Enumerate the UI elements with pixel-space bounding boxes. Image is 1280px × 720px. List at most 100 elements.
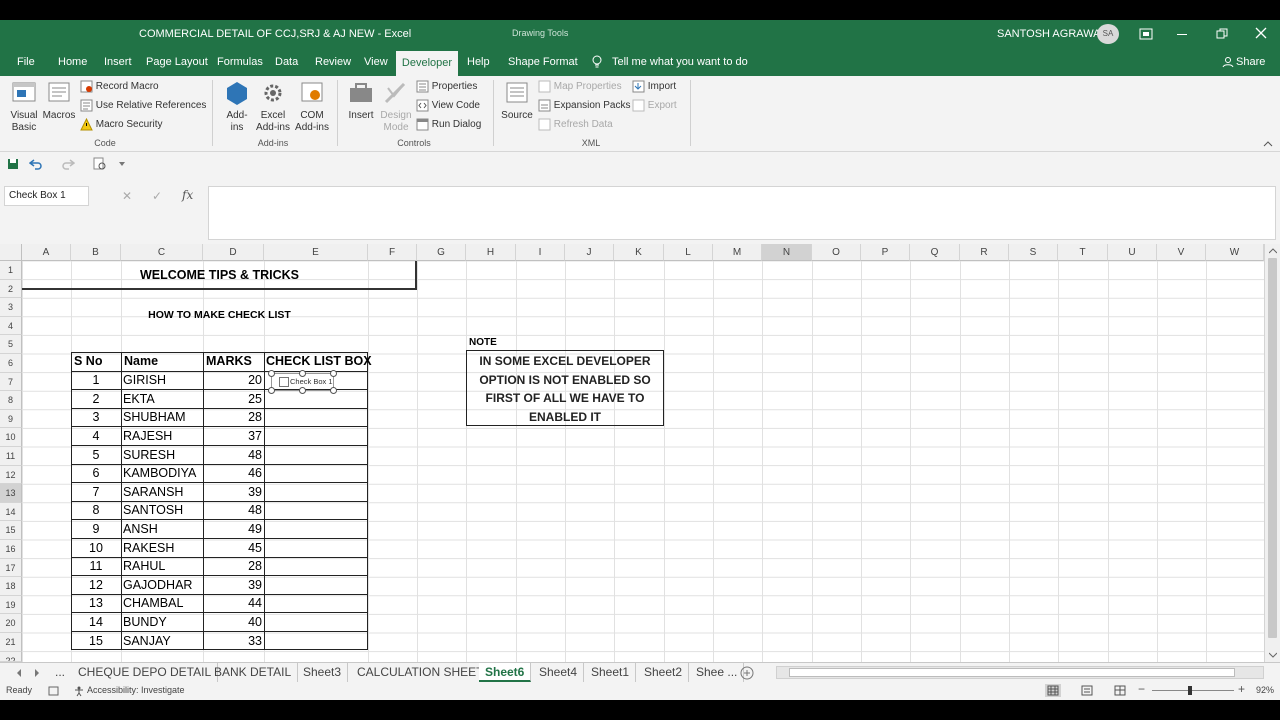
scroll-up-icon[interactable] — [1269, 248, 1277, 254]
sno-cell[interactable]: 7 — [71, 483, 121, 501]
column-header-u[interactable]: U — [1108, 244, 1157, 261]
marks-cell[interactable]: 49 — [204, 520, 262, 538]
new-sheet-icon[interactable] — [740, 666, 754, 680]
name-cell[interactable]: GIRISH — [123, 371, 166, 389]
tab-formulas[interactable]: Formulas — [213, 48, 267, 76]
name-cell[interactable]: BUNDY — [123, 613, 167, 631]
row-header[interactable]: 10 — [0, 428, 22, 447]
name-cell[interactable]: SANTOSH — [123, 501, 183, 519]
row-header[interactable]: 7 — [0, 372, 22, 392]
marks-cell[interactable]: 39 — [204, 576, 262, 594]
sno-cell[interactable]: 3 — [71, 408, 121, 426]
enter-formula-button[interactable]: ✓ — [152, 189, 162, 203]
sno-cell[interactable]: 8 — [71, 501, 121, 519]
tab-data[interactable]: Data — [271, 48, 302, 76]
resize-handle[interactable] — [299, 387, 306, 394]
row-header[interactable]: 21 — [0, 633, 22, 652]
zoom-out-button[interactable]: − — [1138, 682, 1145, 696]
name-cell[interactable]: RAJESH — [123, 427, 172, 445]
column-header-l[interactable]: L — [664, 244, 713, 261]
name-cell[interactable]: EKTA — [123, 390, 155, 408]
visual-basic-button[interactable]: Visual Basic — [8, 80, 40, 134]
accessibility-icon[interactable] — [73, 685, 85, 697]
name-cell[interactable]: RAKESH — [123, 539, 174, 557]
page-break-view-icon[interactable] — [1114, 685, 1126, 696]
column-header-r[interactable]: R — [960, 244, 1009, 261]
marks-cell[interactable]: 33 — [204, 632, 262, 650]
sno-cell[interactable]: 9 — [71, 520, 121, 538]
column-header-s[interactable]: S — [1009, 244, 1058, 261]
column-header-m[interactable]: M — [713, 244, 762, 261]
name-cell[interactable]: RAHUL — [123, 557, 165, 575]
header-name[interactable]: Name — [124, 352, 158, 370]
sno-cell[interactable]: 4 — [71, 427, 121, 445]
name-cell[interactable]: KAMBODIYA — [123, 464, 196, 482]
user-name[interactable]: SANTOSH AGRAWAL — [997, 28, 1107, 40]
name-box[interactable]: Check Box 1 — [4, 186, 89, 206]
addins-button[interactable]: Add- ins — [222, 80, 252, 134]
row-header[interactable]: 3 — [0, 298, 22, 317]
row-header[interactable]: 14 — [0, 502, 22, 522]
row-header[interactable]: 15 — [0, 521, 22, 540]
sno-cell[interactable]: 15 — [71, 632, 121, 650]
minimize-icon[interactable] — [1177, 34, 1189, 36]
column-header-p[interactable]: P — [861, 244, 910, 261]
header-checklist[interactable]: CHECK LIST BOX — [266, 352, 372, 370]
column-header-o[interactable]: O — [812, 244, 861, 261]
close-window-icon[interactable] — [1255, 27, 1267, 39]
tab-view[interactable]: View — [360, 48, 392, 76]
marks-cell[interactable]: 48 — [204, 446, 262, 464]
marks-cell[interactable]: 44 — [204, 594, 262, 612]
use-relative-references-button[interactable]: Use Relative References — [80, 99, 206, 112]
name-cell[interactable]: ANSH — [123, 520, 158, 538]
row-header[interactable]: 19 — [0, 595, 22, 615]
column-header-j[interactable]: J — [565, 244, 614, 261]
tab-shape-format[interactable]: Shape Format — [504, 48, 582, 76]
row-header[interactable]: 16 — [0, 540, 22, 559]
collapse-ribbon-icon[interactable] — [1263, 140, 1273, 147]
sno-cell[interactable]: 2 — [71, 390, 121, 408]
horizontal-scroll-thumb[interactable] — [789, 668, 1235, 677]
sno-cell[interactable]: 12 — [71, 576, 121, 594]
column-header-c[interactable]: C — [121, 244, 203, 261]
resize-handle[interactable] — [268, 370, 275, 377]
sheet-tab-more[interactable]: ... — [49, 663, 71, 682]
worksheet-grid[interactable]: A B C D E F G H I J K L M N O P Q R S T … — [0, 244, 1280, 662]
sheet-heading[interactable]: WELCOME TIPS & TRICKS — [22, 266, 417, 284]
formula-input[interactable] — [208, 186, 1276, 240]
column-header-k[interactable]: K — [614, 244, 664, 261]
column-header-a[interactable]: A — [22, 244, 71, 261]
note-box[interactable]: IN SOME EXCEL DEVELOPER OPTION IS NOT EN… — [466, 350, 664, 426]
resize-handle[interactable] — [268, 387, 275, 394]
tab-file[interactable]: File — [13, 48, 39, 76]
design-mode-button[interactable]: Design Mode — [379, 80, 413, 134]
macro-security-button[interactable]: Macro Security — [80, 118, 162, 131]
marks-cell[interactable]: 25 — [204, 390, 262, 408]
marks-cell[interactable]: 46 — [204, 464, 262, 482]
tab-help[interactable]: Help — [463, 48, 494, 76]
sheet-tab[interactable]: Shee ... — [690, 663, 745, 682]
view-code-button[interactable]: View Code — [416, 99, 480, 112]
properties-button[interactable]: Properties — [416, 80, 477, 93]
column-header-e[interactable]: E — [264, 244, 368, 261]
marks-cell[interactable]: 20 — [204, 371, 262, 389]
resize-handle[interactable] — [330, 387, 337, 394]
insert-control-button[interactable]: Insert — [345, 80, 377, 122]
sheet-tab[interactable]: Sheet4 — [533, 663, 585, 682]
print-preview-icon[interactable] — [93, 157, 107, 171]
tab-developer[interactable]: Developer — [396, 51, 458, 76]
macros-button[interactable]: Macros — [41, 80, 77, 122]
page-layout-view-icon[interactable] — [1081, 685, 1093, 696]
row-header[interactable]: 8 — [0, 391, 22, 410]
sno-cell[interactable]: 10 — [71, 539, 121, 557]
row-header[interactable]: 6 — [0, 354, 22, 373]
sno-cell[interactable]: 11 — [71, 557, 121, 575]
tell-me-search[interactable]: Tell me what you want to do — [608, 48, 752, 76]
resize-handle[interactable] — [299, 370, 306, 377]
vertical-scroll-thumb[interactable] — [1268, 258, 1277, 638]
row-header[interactable]: 9 — [0, 409, 22, 429]
header-marks[interactable]: MARKS — [206, 352, 252, 370]
share-button[interactable]: Share — [1232, 48, 1269, 76]
row-header[interactable]: 4 — [0, 316, 22, 336]
zoom-in-button[interactable]: + — [1238, 682, 1245, 696]
